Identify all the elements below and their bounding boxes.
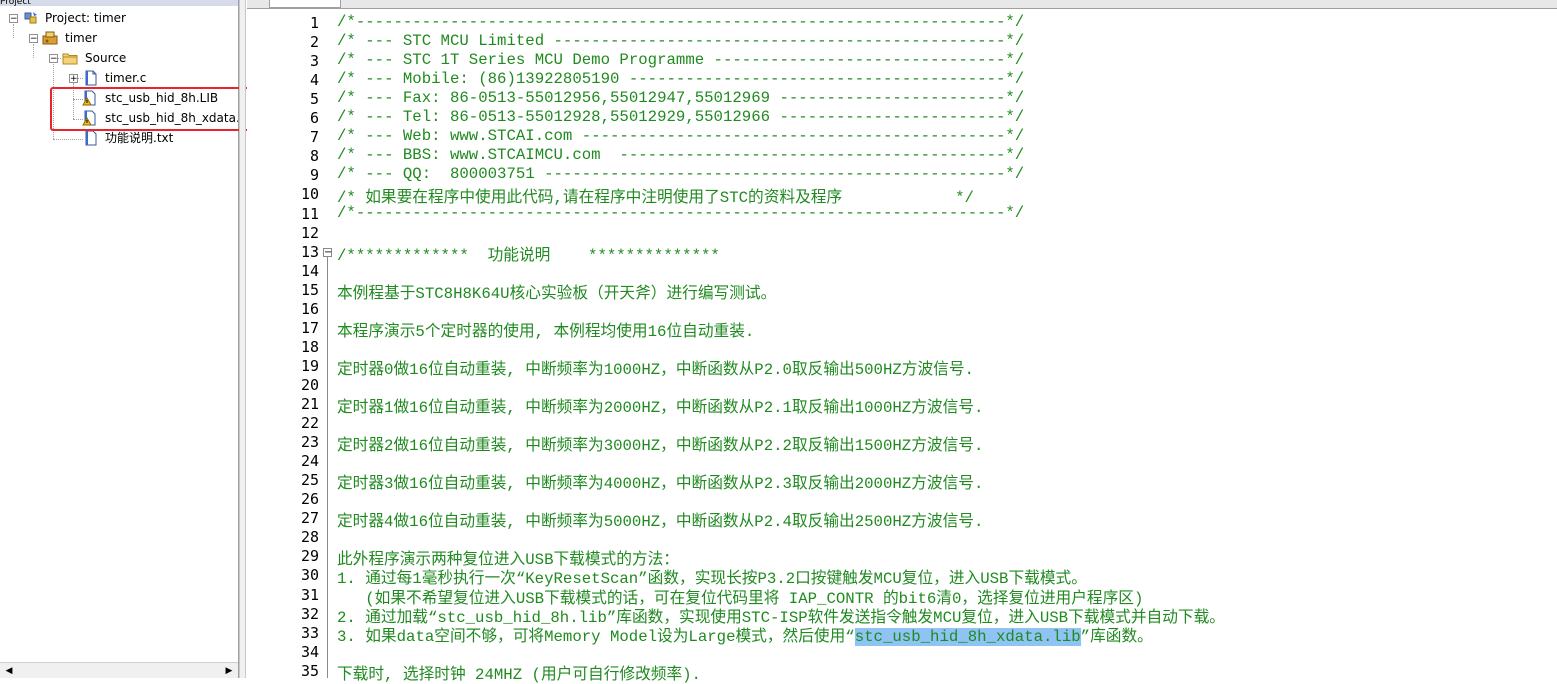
line-number: 19 (300, 357, 319, 375)
collapse-icon[interactable]: − (9, 14, 18, 24)
line-number: 10 (300, 185, 319, 203)
code-line[interactable]: /* --- BBS: www.STCAIMCU.com -----------… (337, 146, 1024, 164)
line-number: 5 (309, 90, 319, 108)
collapse-icon[interactable]: − (49, 54, 58, 64)
code-line[interactable]: /*--------------------------------------… (337, 204, 1024, 222)
code-line[interactable]: 3. 如果data空间不够，可将Memory Model设为Large模式，然后… (337, 623, 1153, 646)
code-line[interactable]: 本程序演示5个定时器的使用, 本例程均使用16位自动重装. (337, 318, 754, 341)
line-number: 1 (309, 14, 319, 32)
tab-strip: timer.c (247, 0, 1557, 9)
line-number: 20 (300, 376, 319, 394)
code-line[interactable]: 定时器4做16位自动重装, 中断频率为5000HZ，中断函数从P2.4取反输出2… (337, 508, 983, 531)
line-number: 7 (309, 128, 319, 146)
selected-text[interactable]: stc_usb_hid_8h_xdata.lib (854, 628, 1081, 646)
text-file-icon (85, 130, 97, 146)
line-number: 3 (309, 52, 319, 70)
line-number: 24 (300, 452, 319, 470)
line-number: 11 (300, 205, 319, 223)
panel-splitter[interactable] (239, 0, 246, 678)
expand-icon[interactable]: + (69, 74, 78, 84)
line-number: 27 (300, 509, 319, 527)
tree-item-readme-txt[interactable]: 功能说明.txt (0, 129, 238, 148)
c-file-icon (85, 70, 97, 86)
line-number: 17 (300, 319, 319, 337)
tree-item-project[interactable]: − Project: timer (0, 9, 238, 28)
code-line[interactable]: 定时器0做16位自动重装, 中断频率为1000HZ，中断函数从P2.0取反输出5… (337, 356, 974, 379)
code-line[interactable]: /* --- QQ: 800003751 -------------------… (337, 165, 1024, 183)
code-editor[interactable]: timer.c 1 /*-----------------------------… (247, 0, 1557, 684)
tree-item-label: 功能说明.txt (105, 131, 174, 145)
code-line[interactable]: /* --- Tel: 86-0513-55012928,55012929,55… (337, 108, 1024, 126)
collapse-icon[interactable]: − (29, 34, 38, 44)
line-number: 22 (300, 414, 319, 432)
line-number: 2 (309, 33, 319, 51)
code-line[interactable]: 定时器2做16位自动重装, 中断频率为3000HZ，中断函数从P2.2取反输出1… (337, 432, 983, 455)
line-number: 13 (300, 243, 319, 261)
line-number: 8 (309, 147, 319, 165)
tree-item-label: Source (85, 51, 127, 65)
tree-item-label: timer.c (105, 71, 147, 85)
line-number: 26 (300, 490, 319, 508)
line-number: 12 (300, 224, 319, 242)
line-number: 14 (300, 262, 319, 280)
line-number: 34 (300, 643, 319, 661)
line-number: 25 (300, 471, 319, 489)
highlight-box (50, 87, 254, 131)
line-number: 28 (300, 528, 319, 546)
line-number: 6 (309, 109, 319, 127)
line-number: 29 (300, 547, 319, 565)
code-line[interactable]: /* --- STC 1T Series MCU Demo Programme … (337, 51, 1024, 69)
code-line[interactable]: 下载时, 选择时钟 24MHZ (用户可自行修改频率). (337, 661, 701, 684)
line-number: 16 (300, 300, 319, 318)
code-line[interactable]: /* --- Fax: 86-0513-55012956,55012947,55… (337, 89, 1024, 107)
code-line[interactable]: /* --- Web: www.STCAI.com --------------… (337, 127, 1024, 145)
code-text: ”库函数。 (1080, 628, 1153, 646)
line-number: 4 (309, 71, 319, 89)
fold-guide-line (327, 257, 328, 678)
line-number: 33 (300, 624, 319, 642)
line-number: 18 (300, 338, 319, 356)
code-line[interactable]: 定时器3做16位自动重装, 中断频率为4000HZ，中断函数从P2.3取反输出2… (337, 470, 983, 493)
fold-collapse-icon[interactable]: − (323, 248, 332, 258)
line-number: 32 (300, 605, 319, 623)
tree-item-target[interactable]: − timer (0, 29, 238, 48)
project-icon (24, 12, 37, 24)
line-number: 15 (300, 281, 319, 299)
scroll-right-icon[interactable]: ▶ (222, 665, 236, 677)
tree-item-label: Project: timer (45, 11, 126, 25)
tree-item-timer-c[interactable]: + timer.c (0, 69, 238, 88)
code-text: 3. 如果data空间不够，可将Memory Model设为Large模式，然后… (337, 628, 855, 646)
code-line[interactable]: /* --- STC MCU Limited -----------------… (337, 32, 1024, 50)
tab-timer-c[interactable]: timer.c (269, 0, 341, 8)
line-number: 35 (300, 662, 319, 680)
horizontal-scrollbar[interactable]: ◀ ▶ (0, 662, 238, 678)
target-icon (42, 31, 58, 45)
line-number: 21 (300, 395, 319, 413)
project-panel-title: Project (0, 0, 238, 6)
folder-icon (62, 53, 78, 65)
code-line[interactable]: 定时器1做16位自动重装, 中断频率为2000HZ，中断函数从P2.1取反输出1… (337, 394, 983, 417)
line-number: 31 (300, 586, 319, 604)
tree-item-label: timer (65, 31, 98, 45)
line-number: 9 (309, 166, 319, 184)
line-number: 23 (300, 433, 319, 451)
tree-item-source-folder[interactable]: − Source (0, 49, 238, 68)
code-line[interactable]: 本例程基于STC8H8K64U核心实验板（开天斧）进行编写测试。 (337, 280, 776, 303)
code-line[interactable]: /*--------------------------------------… (337, 13, 1024, 31)
code-line[interactable]: /* --- Mobile: (86)13922805190 ---------… (337, 70, 1024, 88)
scroll-left-icon[interactable]: ◀ (2, 665, 16, 677)
line-number: 30 (300, 566, 319, 584)
code-line[interactable]: /************* 功能说明 ************** (337, 242, 720, 265)
